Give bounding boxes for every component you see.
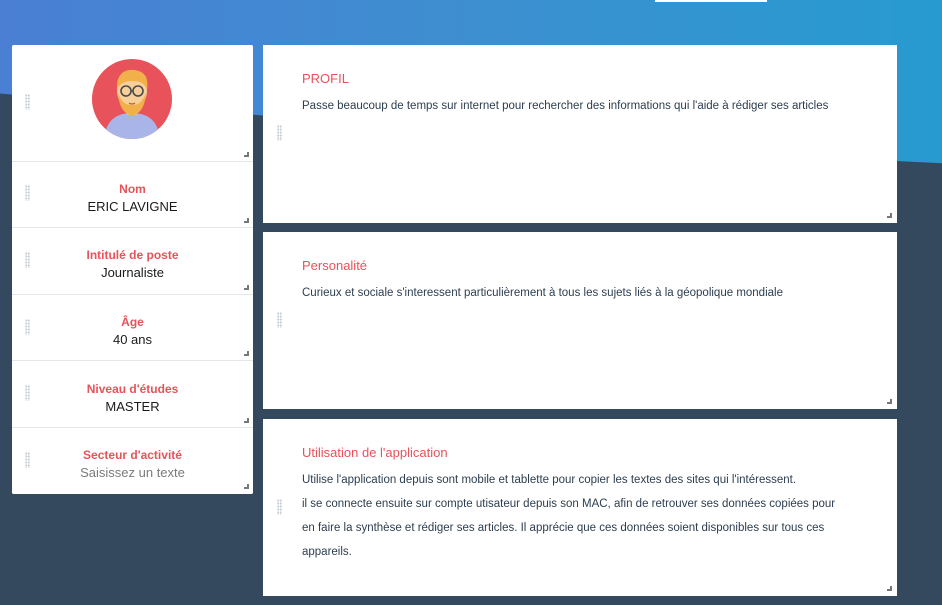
section-text[interactable]: Curieux et sociale s'interessent particu…	[302, 281, 872, 305]
field-label: Nom	[119, 182, 146, 196]
field-intitule[interactable]: Intitulé de poste Journaliste	[12, 228, 253, 295]
field-nom[interactable]: Nom ERIC LAVIGNE	[12, 162, 253, 228]
resize-handle-icon[interactable]	[244, 285, 249, 290]
field-value[interactable]: MASTER	[12, 399, 253, 414]
section-personalite[interactable]: Personalité Curieux et sociale s'interes…	[263, 232, 897, 409]
text-line: il se connecte ensuite sur compte utisat…	[302, 498, 836, 510]
avatar	[92, 59, 172, 139]
section-title: Personalité	[302, 258, 368, 273]
text-line: appareils.	[302, 546, 352, 558]
drag-handle-icon[interactable]	[277, 499, 282, 515]
resize-handle-icon[interactable]	[887, 586, 892, 591]
section-title: PROFIL	[302, 71, 349, 86]
resize-handle-icon[interactable]	[887, 213, 892, 218]
section-text[interactable]: Utilise l'application depuis sont mobile…	[302, 468, 872, 564]
top-tab-indicator[interactable]	[655, 0, 767, 2]
resize-handle-icon[interactable]	[887, 399, 892, 404]
resize-handle-icon[interactable]	[244, 418, 249, 423]
drag-handle-icon[interactable]	[277, 312, 282, 328]
resize-handle-icon[interactable]	[244, 484, 249, 489]
field-secteur[interactable]: Secteur d'activité Saisissez un texte	[12, 428, 253, 494]
avatar-cell[interactable]	[12, 45, 253, 162]
persona-sidebar: Nom ERIC LAVIGNE Intitulé de poste Journ…	[12, 45, 253, 494]
drag-handle-icon[interactable]	[25, 94, 30, 110]
field-label: Niveau d'études	[86, 382, 179, 396]
field-age[interactable]: Âge 40 ans	[12, 295, 253, 361]
field-label: Âge	[121, 315, 144, 329]
resize-handle-icon[interactable]	[244, 351, 249, 356]
text-line: Passe beaucoup de temps sur internet pou…	[302, 100, 829, 112]
field-value[interactable]: Journaliste	[12, 265, 253, 280]
section-profil[interactable]: PROFIL Passe beaucoup de temps sur inter…	[263, 45, 897, 223]
resize-handle-icon[interactable]	[244, 218, 249, 223]
text-line: Curieux et sociale s'interessent particu…	[302, 287, 783, 299]
field-label: Intitulé de poste	[86, 248, 179, 262]
section-utilisation[interactable]: Utilisation de l'application Utilise l'a…	[263, 419, 897, 596]
field-niveau[interactable]: Niveau d'études MASTER	[12, 361, 253, 428]
drag-handle-icon[interactable]	[277, 125, 282, 141]
field-label: Secteur d'activité	[83, 448, 182, 462]
text-line: en faire la synthèse et rédiger ses arti…	[302, 522, 825, 534]
section-text[interactable]: Passe beaucoup de temps sur internet pou…	[302, 94, 872, 118]
resize-handle-icon[interactable]	[244, 152, 249, 157]
field-value[interactable]: ERIC LAVIGNE	[12, 199, 253, 214]
field-value-input[interactable]: Saisissez un texte	[12, 465, 253, 480]
field-value[interactable]: 40 ans	[12, 332, 253, 347]
text-line: Utilise l'application depuis sont mobile…	[302, 474, 797, 486]
section-title: Utilisation de l'application	[302, 445, 448, 460]
